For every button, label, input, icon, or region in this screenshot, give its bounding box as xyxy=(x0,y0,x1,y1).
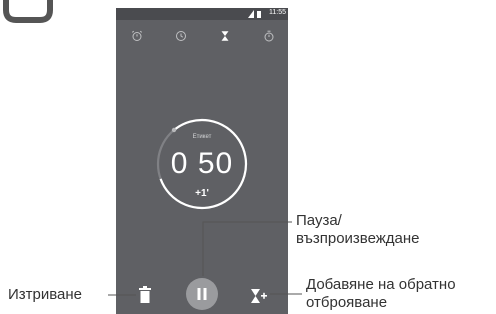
alarm-icon xyxy=(131,30,143,41)
tab-timer[interactable] xyxy=(215,26,235,46)
stopwatch-icon xyxy=(264,30,274,42)
status-time: 11:55 xyxy=(269,9,286,16)
add-timer-icon[interactable] xyxy=(250,288,268,304)
manual-page: 11:55 Етикет 0 50 +1' Пауза/ възпроизвеж… xyxy=(0,0,496,314)
hourglass-icon xyxy=(221,31,229,41)
corner-decoration xyxy=(3,0,53,23)
callout-add-line1: Добавяне на обратно xyxy=(306,276,456,293)
clock-icon xyxy=(176,31,186,41)
tab-bar xyxy=(116,26,288,46)
callout-pause-line2: възпроизвеждане xyxy=(296,230,420,247)
phone-screen: 11:55 Етикет 0 50 +1' xyxy=(116,8,288,314)
pause-icon xyxy=(197,288,207,300)
progress-marker xyxy=(171,127,177,133)
callout-pause-line1: Пауза/ xyxy=(296,212,342,229)
callout-add: Добавяне на обратно отброяване xyxy=(306,276,456,312)
signal-icon xyxy=(248,10,261,18)
trash-icon[interactable] xyxy=(138,286,152,304)
tab-clock[interactable] xyxy=(171,26,191,46)
callout-pause: Пауза/ възпроизвеждане xyxy=(296,212,420,248)
status-bar: 11:55 xyxy=(116,8,288,20)
timer-display: 0 50 xyxy=(170,147,234,180)
tab-alarm[interactable] xyxy=(127,26,147,46)
callout-add-line2: отброяване xyxy=(306,294,388,311)
add-minute-button[interactable]: +1' xyxy=(152,188,252,199)
tab-stopwatch[interactable] xyxy=(259,26,279,46)
callout-delete: Изтриване xyxy=(8,286,83,303)
pause-button[interactable] xyxy=(186,278,218,310)
timer-label[interactable]: Етикет xyxy=(152,134,252,140)
